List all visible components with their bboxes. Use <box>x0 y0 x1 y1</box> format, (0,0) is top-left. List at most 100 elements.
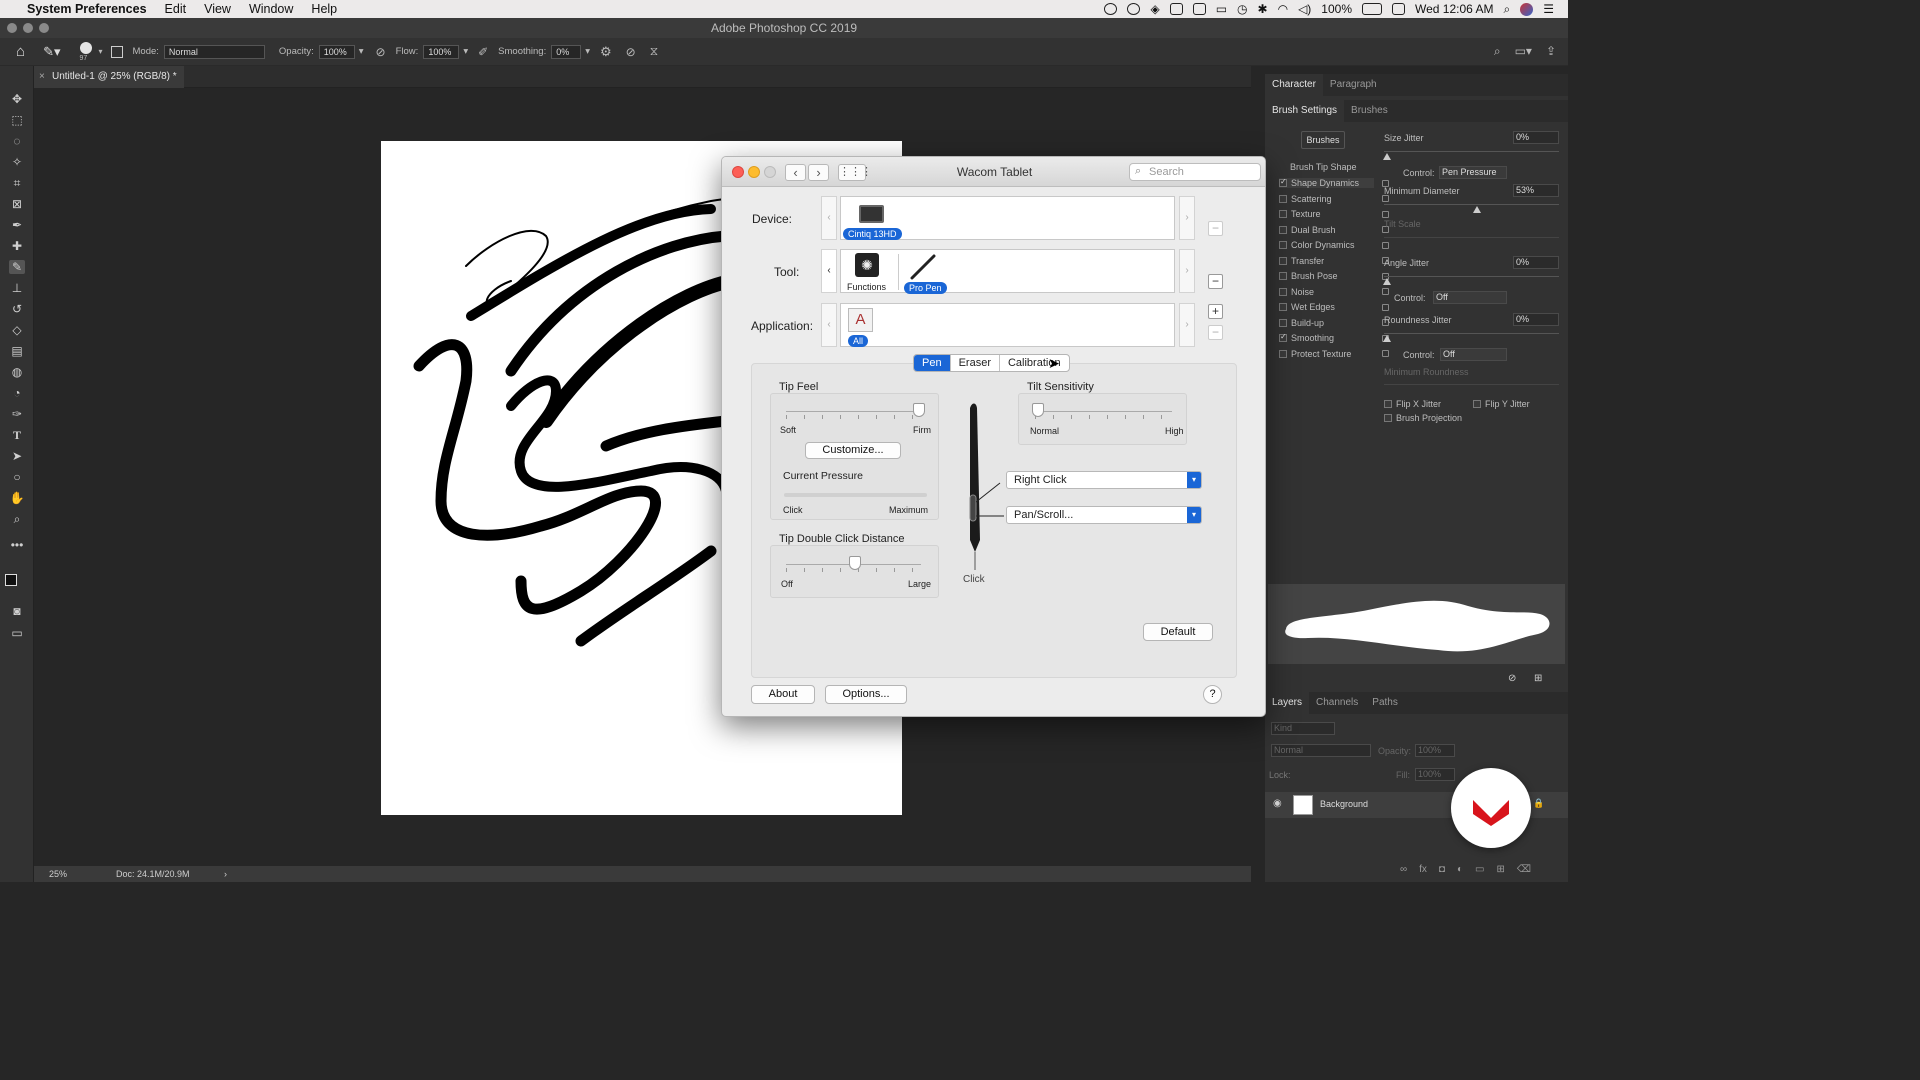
chevron-down-icon[interactable]: ▾ <box>98 47 102 56</box>
zoom-window-icon[interactable] <box>39 23 49 33</box>
brush-projection[interactable]: Brush Projection <box>1384 413 1462 423</box>
type-icon[interactable]: T <box>9 428 25 442</box>
brush-icon[interactable]: ✎ <box>9 260 25 274</box>
flip-y-jitter[interactable]: Flip Y Jitter <box>1473 399 1530 409</box>
brush-option-checkbox[interactable] <box>1279 210 1287 218</box>
brush-option-checkbox[interactable] <box>1279 241 1287 249</box>
toggle-preview-icon[interactable]: ⊘ <box>1508 673 1516 684</box>
new-preset-icon[interactable]: ⊞ <box>1534 673 1542 684</box>
chevron-down-icon[interactable]: ▾ <box>585 46 590 57</box>
all-apps-icon[interactable]: A <box>848 308 873 332</box>
menu-view[interactable]: View <box>195 2 240 16</box>
symmetry-icon[interactable]: ⧖ <box>650 44 658 59</box>
add-application-button[interactable]: + <box>1208 304 1223 319</box>
siri-icon[interactable] <box>1520 2 1534 16</box>
min-diameter-thumb[interactable] <box>1473 206 1481 213</box>
flip-x-jitter[interactable]: Flip X Jitter <box>1384 399 1441 409</box>
brush-option-protect-texture[interactable]: Protect Texture <box>1279 349 1389 359</box>
brush-option-brush-pose[interactable]: Brush Pose <box>1279 271 1389 281</box>
link-layers-icon[interactable]: ∞ <box>1400 864 1407 875</box>
blend-mode-select[interactable]: Normal <box>1271 744 1371 757</box>
eyedropper-icon[interactable]: ✒ <box>9 218 25 232</box>
eye-icon[interactable]: ◉ <box>1273 798 1282 809</box>
control-select-pressure[interactable]: Pen Pressure <box>1439 166 1507 179</box>
brush-option-checkbox[interactable] <box>1279 349 1287 358</box>
chevron-down-icon[interactable]: ▾ <box>463 46 468 57</box>
more-icon[interactable]: ••• <box>9 538 25 552</box>
brush-option-smoothing[interactable]: Smoothing <box>1279 332 1389 343</box>
tab-character[interactable]: Character <box>1265 74 1323 96</box>
document-tab[interactable]: × Untitled-1 @ 25% (RGB/8) * <box>34 66 184 88</box>
volume-icon[interactable]: ◁) <box>1298 2 1311 16</box>
crop-icon[interactable]: ⌗ <box>9 176 25 190</box>
size-jitter-value[interactable]: 0% <box>1513 131 1559 144</box>
flip-y-checkbox[interactable] <box>1473 400 1481 408</box>
lower-button-select[interactable]: Pan/Scroll... ▾ <box>1006 506 1202 524</box>
pressure-size-icon[interactable]: ⊘ <box>626 45 636 59</box>
brush-tool-icon[interactable]: ✎▾ <box>43 44 60 60</box>
foreground-color-swatch[interactable] <box>5 574 17 586</box>
brush-option-noise[interactable]: Noise <box>1279 287 1389 297</box>
angle-jitter-slider[interactable] <box>1384 276 1559 277</box>
folder-icon[interactable]: ▭ <box>1475 864 1484 875</box>
creative-cloud-icon[interactable] <box>1127 3 1141 15</box>
brush-option-checkbox[interactable] <box>1279 177 1287 187</box>
brush-projection-checkbox[interactable] <box>1384 414 1392 422</box>
flow-field[interactable]: 100% <box>423 44 460 59</box>
tab-brushes[interactable]: Brushes <box>1344 100 1395 122</box>
share-icon[interactable]: ⇪ <box>1546 44 1556 59</box>
about-button[interactable]: About <box>751 685 815 704</box>
workspace-icon[interactable]: ▭▾ <box>1515 44 1532 59</box>
menu-edit[interactable]: Edit <box>156 2 196 16</box>
control-select-angle[interactable]: Off <box>1433 291 1507 304</box>
eraser-icon[interactable]: ◇ <box>9 323 25 337</box>
history-brush-icon[interactable]: ↺ <box>9 302 25 316</box>
lock-icon[interactable] <box>1382 241 1389 249</box>
stamp-icon[interactable]: ⊥ <box>9 281 25 295</box>
gear-icon[interactable]: ⚙ <box>600 44 612 60</box>
angle-jitter-value[interactable]: 0% <box>1513 256 1559 269</box>
path-select-icon[interactable]: ➤ <box>9 449 25 463</box>
lasso-icon[interactable]: ◌ <box>9 134 25 148</box>
tool-functions-label[interactable]: Functions <box>847 282 886 292</box>
gradient-icon[interactable]: ▤ <box>9 344 25 358</box>
opacity-field[interactable]: 100% <box>318 44 355 59</box>
double-click-thumb[interactable] <box>849 556 861 570</box>
pen-tool-icon[interactable] <box>908 253 938 281</box>
tip-feel-slider[interactable] <box>786 411 921 412</box>
help-button[interactable]: ? <box>1203 685 1222 704</box>
tablet-icon[interactable] <box>859 205 884 223</box>
time-machine-icon[interactable]: ◷ <box>1237 2 1247 16</box>
hand-icon[interactable]: ✋ <box>9 491 25 505</box>
brush-option-build-up[interactable]: Build-up <box>1279 318 1389 328</box>
functions-icon[interactable]: ✺ <box>855 253 879 277</box>
notification-center-icon[interactable]: ☰ <box>1543 2 1554 16</box>
flag-icon[interactable] <box>1392 3 1405 15</box>
new-layer-icon[interactable]: ⊞ <box>1496 864 1504 875</box>
bluetooth-icon[interactable]: ✱ <box>1258 2 1268 16</box>
brush-option-checkbox[interactable] <box>1279 287 1287 296</box>
fx-icon[interactable]: fx <box>1419 864 1427 875</box>
trash-icon[interactable]: ⌫ <box>1517 864 1531 875</box>
pressure-opacity-icon[interactable]: ⊘ <box>376 45 386 59</box>
dodge-icon[interactable]: ◔ <box>9 386 25 400</box>
tab-eraser[interactable]: Eraser <box>951 355 1000 371</box>
battery-percent[interactable]: 100% <box>1321 2 1352 16</box>
search-icon[interactable]: ⌕ <box>1494 44 1501 59</box>
min-diameter-value[interactable]: 53% <box>1513 184 1559 197</box>
move-icon[interactable]: ✥ <box>9 92 25 106</box>
angle-jitter-thumb[interactable] <box>1383 278 1391 285</box>
options-button[interactable]: Options... <box>825 685 907 704</box>
lock-icon[interactable] <box>1382 195 1389 202</box>
brush-option-checkbox[interactable] <box>1279 332 1287 342</box>
minimize-window-icon[interactable] <box>23 23 33 33</box>
mode-select[interactable]: Normal <box>163 44 265 59</box>
zoom-icon[interactable]: ⌕ <box>9 512 25 526</box>
dropbox-icon[interactable]: ◈ <box>1150 2 1159 16</box>
tip-feel-thumb[interactable] <box>913 403 925 417</box>
app-all-badge[interactable]: All <box>848 335 869 347</box>
smoothing-field[interactable]: 0% <box>551 44 582 59</box>
menu-help[interactable]: Help <box>302 2 346 16</box>
quick-mask-icon[interactable]: ◙ <box>9 604 25 618</box>
zoom-level[interactable]: 25% <box>49 866 67 882</box>
